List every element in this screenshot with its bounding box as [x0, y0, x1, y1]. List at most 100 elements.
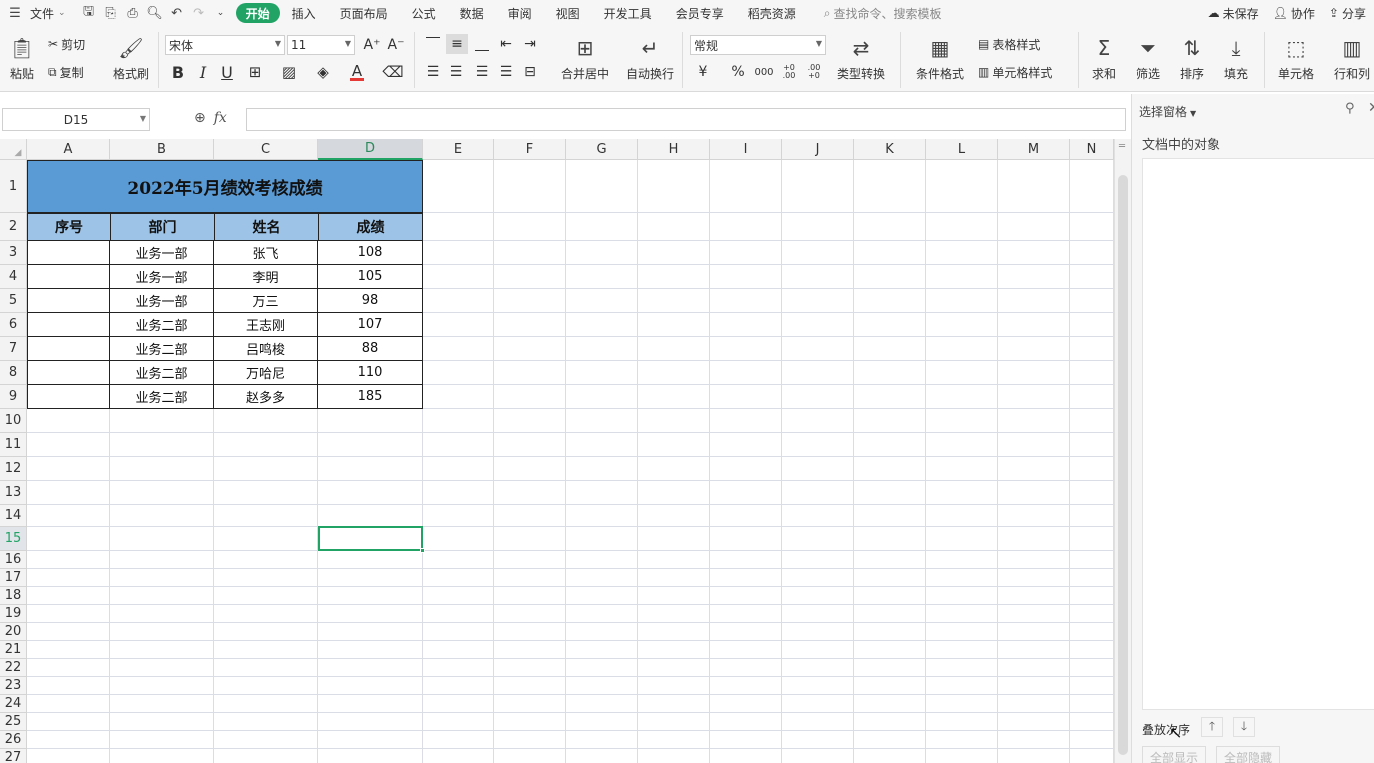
clear-format-icon[interactable]: ⌫	[380, 62, 406, 82]
row-header-13[interactable]: 13	[0, 481, 27, 505]
copy-button[interactable]: ⧉ 复制	[48, 62, 84, 82]
cell-score[interactable]: 108	[317, 240, 423, 265]
cell-name[interactable]: 赵多多	[213, 384, 318, 409]
row-header-25[interactable]: 25	[0, 713, 27, 731]
tab-home[interactable]: 开始	[235, 3, 280, 23]
underline-button[interactable]: U	[217, 62, 237, 82]
cell-seq[interactable]	[27, 360, 110, 385]
justify-icon[interactable]: ☰	[496, 62, 516, 82]
column-header-b[interactable]: B	[110, 139, 214, 160]
column-header-c[interactable]: C	[214, 139, 318, 160]
font-size-select[interactable]: 11 ▼	[287, 35, 355, 55]
cut-button[interactable]: ✂ 剪切	[48, 34, 85, 54]
cell-dept[interactable]: 业务一部	[109, 240, 214, 265]
conditional-format-button[interactable]: ▦ 条件格式	[910, 32, 970, 86]
print-preview-icon[interactable]: 🔍︎	[144, 2, 166, 24]
cell-dept[interactable]: 业务一部	[109, 288, 214, 313]
split-handle-icon[interactable]: ═	[1119, 141, 1125, 152]
tab-insert[interactable]: 插入	[280, 2, 328, 24]
collab-button[interactable]: 👤︎ 协作	[1273, 5, 1315, 22]
decrease-indent-icon[interactable]: ⇤	[496, 34, 516, 54]
row-header-10[interactable]: 10	[0, 409, 27, 433]
number-format-select[interactable]: 常规 ▼	[690, 35, 826, 55]
row-header-22[interactable]: 22	[0, 659, 27, 677]
filter-button[interactable]: ⏷ 筛选	[1130, 32, 1166, 86]
cell-seq[interactable]	[27, 336, 110, 361]
hide-all-button[interactable]: 全部隐藏	[1216, 746, 1280, 763]
share-button[interactable]: ⇪ 分享	[1329, 5, 1366, 22]
customize-quickbar-icon[interactable]: ⌄	[210, 2, 232, 24]
row-header-27[interactable]: 27	[0, 749, 27, 763]
cell-score[interactable]: 88	[317, 336, 423, 361]
row-header-7[interactable]: 7	[0, 337, 27, 361]
format-painter-button[interactable]: 🖌︎ 格式刷	[110, 32, 152, 86]
tab-docer[interactable]: 稻壳资源	[736, 2, 808, 24]
row-header-15[interactable]: 15	[0, 527, 27, 551]
align-middle-icon[interactable]: ≡	[446, 34, 468, 54]
move-up-button[interactable]: 🡑	[1201, 717, 1223, 737]
column-header-g[interactable]: G	[566, 139, 638, 160]
cell-dept[interactable]: 业务二部	[109, 360, 214, 385]
row-header-4[interactable]: 4	[0, 265, 27, 289]
scrollbar-thumb[interactable]	[1118, 175, 1128, 755]
cell-name[interactable]: 吕鸣梭	[213, 336, 318, 361]
align-bottom-icon[interactable]: ⎽	[472, 34, 492, 54]
column-header-n[interactable]: N	[1070, 139, 1114, 160]
row-header-26[interactable]: 26	[0, 731, 27, 749]
column-header-d[interactable]: D	[318, 139, 423, 160]
column-header-e[interactable]: E	[423, 139, 494, 160]
select-all-corner[interactable]: ◢	[0, 139, 27, 160]
align-center-icon[interactable]: ☰	[446, 62, 466, 82]
active-cell-selection[interactable]	[318, 526, 425, 553]
cell-score[interactable]: 185	[317, 384, 423, 409]
cell-dept[interactable]: 业务二部	[109, 384, 214, 409]
row-header-19[interactable]: 19	[0, 605, 27, 623]
zoom-icon[interactable]: ⊕	[194, 110, 206, 126]
cell-name[interactable]: 张飞	[213, 240, 318, 265]
border-icon[interactable]: ⊞	[242, 62, 268, 82]
thousands-button[interactable]: 000	[753, 62, 775, 82]
fx-icon[interactable]: fx	[214, 110, 227, 126]
column-header-a[interactable]: A	[27, 139, 110, 160]
sort-button[interactable]: ⇅ 排序	[1174, 32, 1210, 86]
cell-name[interactable]: 万三	[213, 288, 318, 313]
currency-button[interactable]: ¥	[692, 62, 714, 82]
font-color-button[interactable]: A	[344, 62, 370, 82]
italic-button[interactable]: I	[193, 62, 213, 82]
tab-page-layout[interactable]: 页面布局	[328, 2, 400, 24]
bold-button[interactable]: B	[168, 62, 188, 82]
cell-seq[interactable]	[27, 264, 110, 289]
cell-dept[interactable]: 业务二部	[109, 336, 214, 361]
cell-button[interactable]: ⬚ 单元格	[1272, 32, 1320, 86]
header-cell-name[interactable]: 姓名	[214, 213, 319, 241]
fill-handle[interactable]	[420, 548, 425, 553]
sum-button[interactable]: Σ 求和	[1086, 32, 1122, 86]
row-header-23[interactable]: 23	[0, 677, 27, 695]
wrap-text-button[interactable]: ↵ 自动换行	[624, 32, 676, 86]
tab-review[interactable]: 审阅	[496, 2, 544, 24]
row-header-17[interactable]: 17	[0, 569, 27, 587]
align-left-icon[interactable]: ☰	[423, 62, 443, 82]
object-list[interactable]	[1142, 158, 1374, 710]
row-header-8[interactable]: 8	[0, 361, 27, 385]
pane-title[interactable]: 选择窗格 ▼	[1139, 103, 1196, 120]
tab-member[interactable]: 会员专享	[664, 2, 736, 24]
header-cell-dept[interactable]: 部门	[110, 213, 215, 241]
tab-data[interactable]: 数据	[448, 2, 496, 24]
cell-dept[interactable]: 业务一部	[109, 264, 214, 289]
tab-developer[interactable]: 开发工具	[592, 2, 664, 24]
fill-button[interactable]: ⤓ 填充	[1218, 32, 1254, 86]
undo-icon[interactable]: ↶	[166, 2, 188, 24]
print-icon[interactable]: ⎙	[122, 2, 144, 24]
tab-view[interactable]: 视图	[544, 2, 592, 24]
redo-icon[interactable]: ↷	[188, 2, 210, 24]
percent-button[interactable]: %	[728, 62, 748, 82]
file-menu[interactable]: 文件 ⌄	[26, 5, 70, 22]
align-right-icon[interactable]: ☰	[472, 62, 492, 82]
row-header-9[interactable]: 9	[0, 385, 27, 409]
row-header-20[interactable]: 20	[0, 623, 27, 641]
name-box[interactable]: D15 ▼	[2, 108, 150, 131]
row-header-12[interactable]: 12	[0, 457, 27, 481]
close-icon[interactable]: ✕	[1368, 100, 1374, 116]
row-header-1[interactable]: 1	[0, 160, 27, 213]
